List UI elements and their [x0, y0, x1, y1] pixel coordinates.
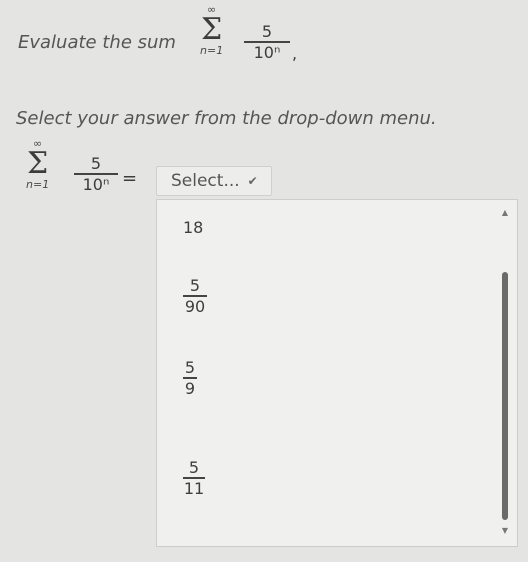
- quiz-page: Evaluate the sum ∞ Σ n=1 5 10ⁿ , Select …: [0, 0, 528, 562]
- scroll-down-arrow-icon[interactable]: ▼: [499, 526, 511, 535]
- question-numerator: 5: [261, 22, 273, 41]
- question-denominator: 10ⁿ: [253, 43, 281, 62]
- sigma-icon: Σ: [200, 12, 223, 47]
- answer-sigma-icon: Σ: [26, 146, 49, 181]
- answer-dropdown: 18 5 90 5 9 5 11 ▲ ▼: [156, 199, 518, 547]
- instruction-text: Select your answer from the drop-down me…: [16, 108, 437, 129]
- dropdown-option-5-90[interactable]: 5 90: [157, 276, 487, 316]
- answer-numerator: 5: [90, 154, 102, 173]
- scroll-up-arrow-icon[interactable]: ▲: [499, 208, 511, 217]
- option-fraction: 5 9: [183, 358, 197, 398]
- dropdown-option-5-9[interactable]: 5 9: [157, 358, 487, 398]
- option-fraction: 5 90: [183, 276, 207, 316]
- question-sigma: ∞ Σ n=1: [200, 4, 223, 56]
- select-value: Select...: [171, 171, 240, 191]
- option-denominator: 90: [184, 297, 206, 316]
- answer-fraction: 5 10ⁿ: [74, 154, 118, 194]
- scroll-thumb[interactable]: [502, 272, 508, 520]
- option-fraction: 5 11: [183, 458, 205, 498]
- chevron-down-icon: ✔: [247, 174, 258, 188]
- answer-select[interactable]: Select... ✔: [156, 166, 272, 196]
- dropdown-scrollbar[interactable]: ▲ ▼: [499, 208, 511, 538]
- dropdown-option-5-11[interactable]: 5 11: [157, 458, 487, 498]
- question-prefix: Evaluate the sum: [18, 32, 176, 53]
- option-numerator: 5: [189, 276, 201, 295]
- question-fraction: 5 10ⁿ: [244, 22, 290, 62]
- answer-sigma: ∞ Σ n=1: [26, 138, 49, 190]
- option-label: 18: [183, 218, 204, 237]
- question-suffix: ,: [292, 44, 298, 63]
- dropdown-option-18[interactable]: 18: [157, 218, 487, 237]
- option-numerator: 5: [184, 358, 196, 377]
- answer-equals: =: [122, 168, 138, 189]
- option-denominator: 11: [183, 479, 205, 498]
- answer-sigma-lower: n=1: [26, 178, 50, 191]
- answer-denominator: 10ⁿ: [82, 175, 110, 194]
- option-numerator: 5: [188, 458, 200, 477]
- option-denominator: 9: [184, 379, 196, 398]
- sigma-lower: n=1: [200, 44, 224, 57]
